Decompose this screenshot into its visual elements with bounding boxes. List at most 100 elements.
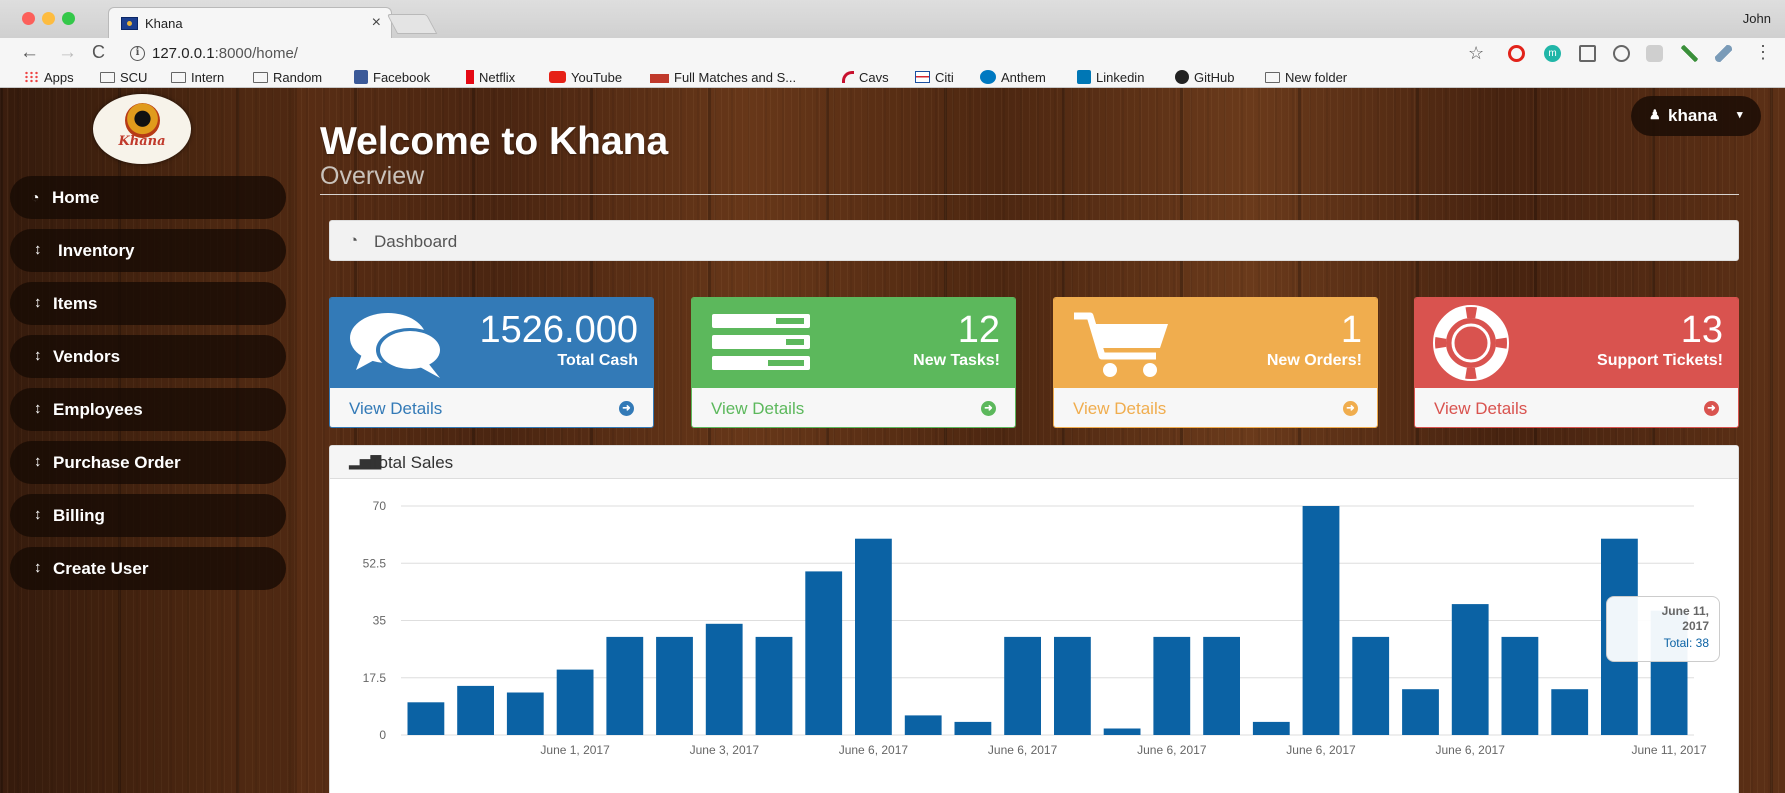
shopping-cart-icon [1074, 312, 1168, 377]
sales-bar[interactable] [1302, 506, 1340, 735]
minimize-window-button[interactable] [42, 12, 55, 25]
bookmark-youtube[interactable]: YouTube [549, 70, 622, 85]
new-tab-button[interactable] [386, 14, 438, 34]
forward-arrow-icon[interactable]: → [58, 43, 77, 62]
m-extension-icon[interactable]: m [1544, 45, 1561, 62]
sidebar: Khana ◔ Home ↕ Inventory ↕ Items ↕ Vendo… [9, 88, 297, 793]
view-details-label: View Details [1434, 399, 1528, 418]
sales-bar[interactable] [506, 692, 544, 736]
folder-icon [1265, 72, 1280, 83]
sidebar-item-purchase-order[interactable]: ↕ Purchase Order [10, 441, 286, 484]
profile-name[interactable]: John [1743, 11, 1771, 26]
bookmark-cavs[interactable]: Cavs [842, 70, 889, 85]
sales-bar[interactable] [1551, 689, 1589, 735]
y-tick-label: 17.5 [363, 671, 387, 685]
sales-bar[interactable] [755, 636, 793, 735]
sales-bar[interactable] [705, 623, 743, 735]
sales-bar[interactable] [1451, 604, 1489, 735]
close-window-button[interactable] [22, 12, 35, 25]
tab-close-icon[interactable]: × [372, 14, 381, 32]
bookmark-star-icon[interactable]: ☆ [1468, 43, 1484, 64]
sidebar-item-label: Billing [53, 506, 105, 525]
bookmark-citi[interactable]: Citi [915, 70, 954, 85]
sales-bar[interactable] [1402, 689, 1439, 735]
back-arrow-icon[interactable]: ← [20, 43, 39, 62]
github-icon [1175, 70, 1189, 84]
sort-icon: ↕ [34, 559, 42, 576]
sales-bar[interactable] [407, 702, 445, 735]
total-sales-panel: ▂▅▇ Total Sales 70 52.5 35 17.5 0 June 1, 20… [329, 445, 1739, 793]
sidebar-item-create-user[interactable]: ↕ Create User [10, 547, 286, 590]
bookmark-github[interactable]: GitHub [1175, 70, 1234, 85]
pen-extension-icon[interactable] [1681, 45, 1698, 62]
gray-extension-icon[interactable] [1646, 45, 1663, 62]
sidebar-item-label: Purchase Order [53, 453, 181, 472]
view-details-link[interactable]: View Details ➜ [330, 388, 653, 427]
card-header: 1 New Orders! [1054, 298, 1377, 388]
bookmark-full-matches[interactable]: Full Matches and S... [650, 70, 796, 85]
x-tick-label: June 6, 2017 [988, 743, 1058, 757]
sales-bar[interactable] [606, 636, 644, 735]
sidebar-item-billing[interactable]: ↕ Billing [10, 494, 286, 537]
sales-bar[interactable] [1103, 728, 1141, 736]
dashboard-breadcrumb: ◔ Dashboard [329, 220, 1739, 261]
sales-bar[interactable] [656, 636, 693, 735]
arrow-circle-right-icon: ➜ [619, 401, 634, 416]
bookmark-apps[interactable]: Apps [24, 70, 74, 85]
arrow-circle-right-icon: ➜ [1343, 401, 1358, 416]
sort-icon: ↕ [34, 294, 42, 311]
khana-logo[interactable]: Khana [93, 94, 191, 164]
fullmatches-icon [650, 74, 669, 83]
tool-extension-icon[interactable] [1715, 45, 1732, 62]
reload-icon[interactable]: C [92, 43, 105, 62]
view-details-link[interactable]: View Details ➜ [1054, 388, 1377, 427]
header-divider [320, 194, 1739, 195]
maximize-window-button[interactable] [62, 12, 75, 25]
sidebar-item-inventory[interactable]: ↕ Inventory [10, 229, 286, 272]
netflix-icon [466, 70, 474, 84]
sales-bar[interactable] [1054, 636, 1091, 735]
view-details-link[interactable]: View Details ➜ [692, 388, 1015, 427]
bookmark-anthem[interactable]: Anthem [980, 70, 1046, 85]
sidebar-item-vendors[interactable]: ↕ Vendors [10, 335, 286, 378]
sales-bar[interactable] [1004, 636, 1041, 735]
browser-tab[interactable]: Khana × [108, 7, 392, 38]
sales-bar[interactable] [1252, 721, 1290, 735]
url-host: 127.0.0.1 [152, 45, 215, 62]
logo-emblem-icon [125, 103, 160, 138]
site-info-icon[interactable]: i [130, 46, 145, 61]
sales-bar[interactable] [1153, 636, 1191, 735]
cavs-icon [842, 71, 854, 83]
sales-bar[interactable] [1501, 636, 1539, 735]
bookmark-intern[interactable]: Intern [171, 70, 224, 85]
gauge-extension-icon[interactable] [1613, 45, 1630, 62]
x-tick-label: June 11, 2017 [1632, 743, 1708, 757]
view-details-link[interactable]: View Details ➜ [1415, 388, 1738, 427]
sidebar-item-home[interactable]: ◔ Home [10, 176, 286, 219]
sales-bar[interactable] [1352, 636, 1390, 735]
sales-bar[interactable] [904, 715, 942, 735]
bookmark-scu[interactable]: SCU [100, 70, 147, 85]
bookmark-netflix[interactable]: Netflix [466, 70, 515, 85]
bookmark-linkedin[interactable]: Linkedin [1077, 70, 1144, 85]
sidebar-item-label: Create User [53, 559, 149, 578]
sales-bar[interactable] [556, 669, 594, 735]
cast-icon[interactable] [1579, 45, 1596, 62]
sales-bar[interactable] [457, 685, 494, 735]
sales-bar[interactable] [954, 721, 992, 735]
opera-extension-icon[interactable] [1508, 45, 1525, 62]
sidebar-item-items[interactable]: ↕ Items [10, 282, 286, 325]
browser-menu-icon[interactable]: ⋮ [1754, 42, 1772, 63]
sales-bar[interactable] [805, 571, 843, 735]
bookmark-new-folder[interactable]: New folder [1265, 70, 1347, 85]
sales-bar[interactable] [855, 538, 892, 735]
bookmark-random[interactable]: Random [253, 70, 322, 85]
tooltip-date-line1: June 11, [1661, 604, 1709, 618]
user-menu-button[interactable]: ♟ khana ▾ [1631, 96, 1761, 136]
address-bar[interactable]: 127.0.0.1:8000/home/ [152, 45, 298, 62]
y-tick-label: 35 [373, 614, 387, 628]
y-tick-label: 52.5 [363, 556, 387, 570]
sidebar-item-employees[interactable]: ↕ Employees [10, 388, 286, 431]
sales-bar[interactable] [1203, 636, 1240, 735]
bookmark-facebook[interactable]: Facebook [354, 70, 430, 85]
